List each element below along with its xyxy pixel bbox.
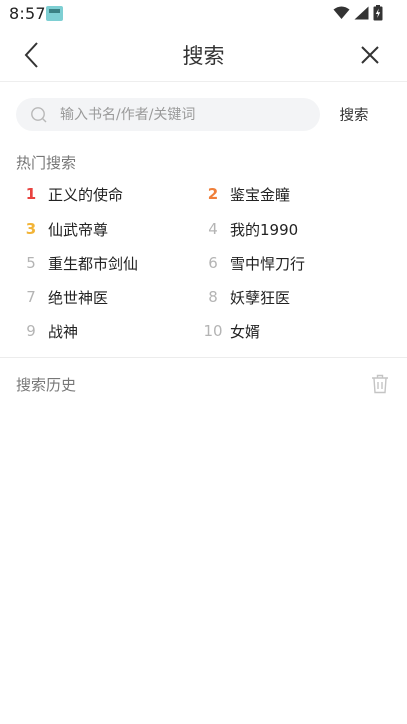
search-icon (31, 107, 47, 123)
search-box[interactable] (16, 98, 320, 131)
trash-icon (372, 374, 388, 394)
hot-search-title: 热门搜索 (16, 154, 77, 172)
hot-rank: 1 (25, 185, 37, 203)
hot-rank: 4 (208, 220, 218, 238)
status-bar: 8:57 (0, 0, 407, 28)
hot-search-item[interactable]: 3 仙武帝尊 (18, 216, 108, 242)
hot-search-item[interactable]: 8 妖孽狂医 (200, 284, 290, 310)
hot-book-name: 仙武帝尊 (48, 220, 109, 239)
close-button[interactable] (355, 39, 385, 71)
hot-search-item[interactable]: 5 重生都市剑仙 (18, 250, 138, 276)
hot-search-item[interactable]: 1 正义的使命 (18, 181, 123, 207)
hot-book-name: 重生都市剑仙 (48, 254, 139, 273)
hot-rank: 7 (26, 288, 36, 306)
hot-rank: 5 (26, 254, 36, 272)
hot-rank: 6 (208, 254, 218, 272)
hot-rank: 3 (25, 220, 37, 238)
hot-book-name: 我的1990 (230, 220, 299, 239)
hot-search-item[interactable]: 4 我的1990 (200, 216, 298, 242)
hot-book-name: 正义的使命 (48, 185, 124, 204)
hot-book-name: 战神 (48, 322, 79, 341)
clear-history-button[interactable] (371, 374, 389, 394)
search-input[interactable] (60, 98, 310, 131)
status-time: 8:57 (9, 4, 46, 23)
battery-charging-icon (373, 5, 383, 21)
hot-book-name: 妖孽狂医 (230, 288, 291, 307)
section-divider (0, 357, 407, 358)
hot-rank: 10 (203, 322, 223, 340)
hot-search-item[interactable]: 7 绝世神医 (18, 284, 108, 310)
signal-icon (354, 6, 369, 20)
status-icons (333, 5, 383, 21)
search-history-title: 搜索历史 (16, 376, 77, 394)
wifi-icon (333, 6, 350, 19)
hot-rank: 2 (207, 185, 219, 203)
hot-search-item[interactable]: 6 雪中悍刀行 (200, 250, 305, 276)
search-button[interactable]: 搜索 (331, 103, 377, 125)
hot-search-item[interactable]: 2 鉴宝金瞳 (200, 181, 290, 207)
hot-search-item[interactable]: 10 女婿 (200, 318, 260, 344)
hot-book-name: 女婿 (230, 322, 261, 341)
search-row: 搜索 (0, 98, 407, 132)
close-icon (361, 46, 379, 64)
hot-book-name: 鉴宝金瞳 (230, 185, 291, 204)
nav-bar: 搜索 (0, 28, 407, 82)
page-title: 搜索 (182, 44, 225, 68)
hot-book-name: 绝世神医 (48, 288, 109, 307)
hot-book-name: 雪中悍刀行 (230, 254, 306, 273)
hot-rank: 8 (208, 288, 218, 306)
hot-rank: 9 (26, 322, 36, 340)
app-notification-icon (46, 6, 63, 21)
hot-search-item[interactable]: 9 战神 (18, 318, 78, 344)
